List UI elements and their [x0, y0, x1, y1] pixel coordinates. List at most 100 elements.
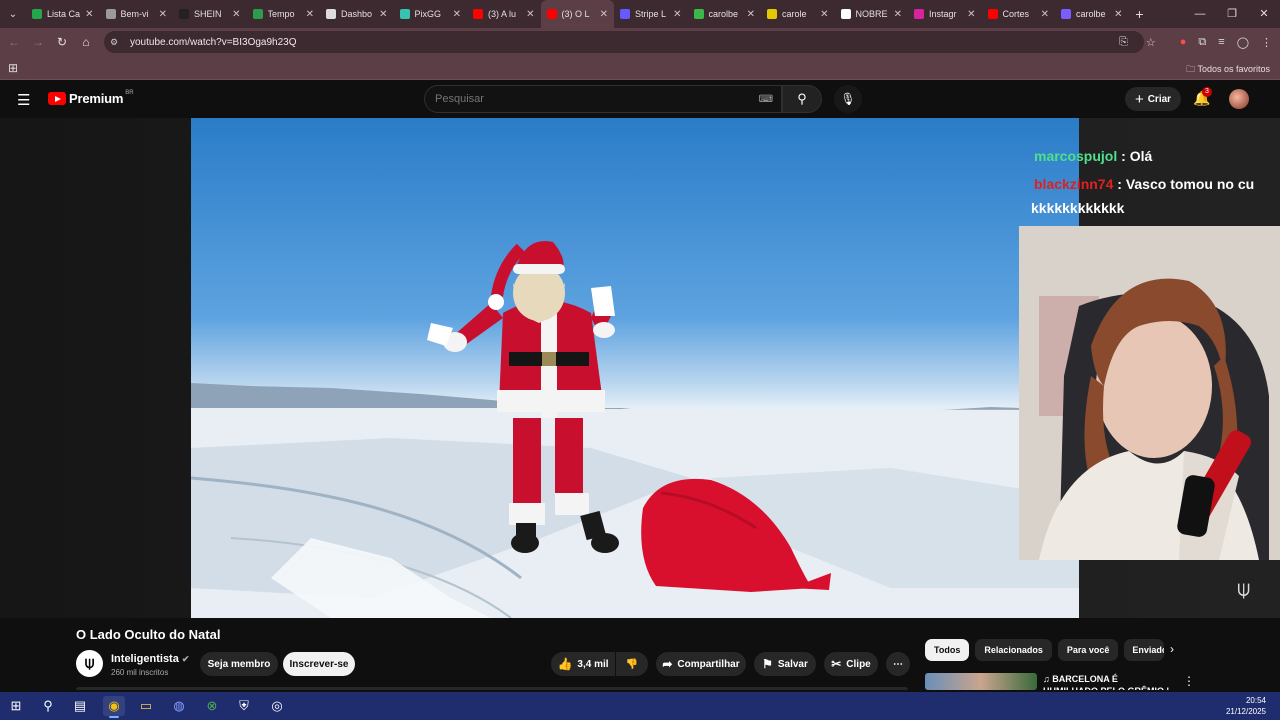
logo-text: Premium [69, 91, 124, 106]
browser-menu-icon[interactable]: ⋮ [1261, 36, 1272, 49]
tab-close-icon[interactable]: ✕ [1041, 9, 1049, 20]
chip-uploaded[interactable]: Enviado [1124, 639, 1165, 661]
browser-tab[interactable]: (3) O L ✕ [540, 0, 614, 28]
tab-favicon-icon [987, 9, 998, 19]
dislike-button[interactable]: 👎 [616, 652, 648, 676]
chip-related[interactable]: Relacionados [975, 639, 1052, 661]
browser-tab[interactable]: Dashbo ✕ [320, 0, 394, 28]
new-tab-button[interactable]: + [1129, 6, 1151, 22]
menu-hamburger-icon[interactable]: ☰ [17, 91, 30, 109]
voice-search-button[interactable]: 🎙 [834, 85, 862, 113]
back-icon[interactable]: ← [2, 35, 26, 49]
windows-start-icon[interactable]: ⊞ [5, 696, 27, 716]
more-actions-button[interactable]: ⋯ [886, 652, 910, 676]
tab-label: Bem-vi [120, 9, 149, 19]
extensions-puzzle-icon[interactable]: ⧉ [1198, 36, 1206, 49]
tab-close-icon[interactable]: ✕ [526, 9, 534, 20]
restore-icon[interactable]: ❐ [1216, 0, 1248, 28]
tab-close-icon[interactable]: ✕ [600, 9, 608, 20]
reload-icon[interactable]: ↻ [50, 35, 74, 49]
discord-icon[interactable]: ◍ [168, 696, 190, 716]
create-button[interactable]: + Criar [1125, 87, 1181, 111]
video-player[interactable] [191, 118, 1079, 618]
tab-close-icon[interactable]: ✕ [747, 9, 755, 20]
browser-tab[interactable]: (3) A lu ✕ [467, 0, 541, 28]
clip-button[interactable]: ✂ Clipe [824, 652, 878, 676]
site-info-icon[interactable]: ⚙ [110, 37, 124, 48]
tab-close-icon[interactable]: ✕ [453, 9, 461, 20]
security-app-icon[interactable]: ⛨ [233, 696, 255, 716]
bookmark-star-icon[interactable]: ☆ [1146, 36, 1156, 49]
tab-close-icon[interactable]: ✕ [894, 9, 902, 20]
taskbar-search-icon[interactable]: ⚲ [37, 696, 59, 716]
browser-tab[interactable]: carolbe ✕ [688, 0, 762, 28]
xbox-icon[interactable]: ⊗ [201, 696, 223, 716]
window-controls: — ❐ ✕ [1184, 0, 1280, 28]
keyboard-icon[interactable]: ⌨ [759, 94, 773, 105]
obs-icon[interactable]: ◎ [266, 696, 288, 716]
like-button[interactable]: 👍 3,4 mil [551, 652, 615, 676]
tab-close-icon[interactable]: ✕ [306, 9, 314, 20]
file-explorer-icon[interactable]: ▭ [135, 696, 157, 716]
recommended-thumbnail[interactable] [925, 673, 1037, 690]
profile-icon[interactable]: ◯ [1237, 36, 1249, 49]
browser-tab[interactable]: Cortes ✕ [982, 0, 1056, 28]
close-window-icon[interactable]: ✕ [1248, 0, 1280, 28]
browser-tab[interactable]: Lista Ca ✕ [26, 0, 100, 28]
account-avatar[interactable] [1229, 89, 1249, 109]
browser-tab[interactable]: PixGG ✕ [394, 0, 468, 28]
forward-icon[interactable]: → [26, 35, 50, 49]
url-field[interactable]: ⚙ youtube.com/watch?v=BI3Oga9h23Q [104, 31, 1144, 53]
task-view-icon[interactable]: ▤ [69, 696, 91, 716]
browser-tab[interactable]: carole ✕ [761, 0, 835, 28]
tab-label: carole [782, 9, 807, 19]
chat-text-continued: kkkkkkkkkkkk [1031, 200, 1125, 216]
chip-for-you[interactable]: Para você [1057, 639, 1119, 661]
recommended-title[interactable]: ♫ BARCELONA É HUMILHADO PELO GRÊMIO | Pa… [1043, 673, 1173, 690]
chevron-right-icon[interactable]: › [1170, 642, 1174, 656]
media-control-icon[interactable]: ≡ [1218, 36, 1224, 48]
browser-tab[interactable]: Instagr ✕ [908, 0, 982, 28]
tab-close-icon[interactable]: ✕ [967, 9, 975, 20]
extension-red-icon[interactable]: ● [1180, 36, 1187, 48]
description-box-edge[interactable] [76, 687, 908, 690]
chrome-taskbar-icon[interactable]: ◉ [103, 696, 125, 718]
tab-close-icon[interactable]: ✕ [85, 9, 93, 20]
share-button[interactable]: ➦ Compartilhar [656, 652, 746, 676]
tab-close-icon[interactable]: ✕ [1114, 9, 1122, 20]
join-button[interactable]: Seja membro [200, 652, 278, 676]
apps-grid-icon[interactable]: ⊞ [8, 61, 18, 75]
search-input[interactable] [435, 93, 755, 105]
save-button[interactable]: ⚑ Salvar [754, 652, 816, 676]
browser-tab[interactable]: Tempo ✕ [247, 0, 321, 28]
install-app-icon[interactable]: ⎘ [1119, 36, 1128, 49]
more-vertical-icon[interactable]: ⋮ [1183, 674, 1195, 688]
verified-icon: ✔ [181, 654, 190, 664]
join-label: Seja membro [207, 658, 271, 670]
bookmarks-bar: ⊞ 🗀 Todos os favoritos [0, 56, 1280, 80]
share-icon: ➦ [662, 657, 673, 671]
tab-close-icon[interactable]: ✕ [673, 9, 681, 20]
tab-search-icon[interactable]: ⌄ [0, 0, 26, 28]
browser-tab[interactable]: Bem-vi ✕ [100, 0, 174, 28]
channel-avatar[interactable]: ⍦ [76, 650, 103, 677]
home-icon[interactable]: ⌂ [74, 35, 98, 49]
browser-tab[interactable]: carolbe ✕ [1055, 0, 1129, 28]
browser-tab[interactable]: NOBRE ✕ [835, 0, 909, 28]
notifications-button[interactable]: 🔔 3 [1193, 87, 1212, 107]
tab-close-icon[interactable]: ✕ [379, 9, 387, 20]
browser-tab[interactable]: Stripe L ✕ [614, 0, 688, 28]
subscribe-button[interactable]: Inscrever-se [283, 652, 355, 676]
youtube-premium-logo[interactable]: Premium BR [48, 90, 134, 106]
system-clock[interactable]: 20:54 21/12/2025 [1226, 695, 1266, 717]
all-bookmarks-button[interactable]: 🗀 Todos os favoritos [1186, 62, 1270, 78]
chip-all[interactable]: Todos [925, 639, 970, 661]
search-button[interactable]: ⚲ [782, 85, 822, 113]
recommendation-chips: Todos Relacionados Para você Enviado [925, 639, 1165, 661]
channel-name-row[interactable]: Inteligentista ✔ [111, 653, 189, 665]
minimize-icon[interactable]: — [1184, 0, 1216, 28]
tab-close-icon[interactable]: ✕ [232, 9, 240, 20]
tab-close-icon[interactable]: ✕ [820, 9, 828, 20]
tab-close-icon[interactable]: ✕ [159, 9, 167, 20]
browser-tab[interactable]: SHEIN ✕ [173, 0, 247, 28]
